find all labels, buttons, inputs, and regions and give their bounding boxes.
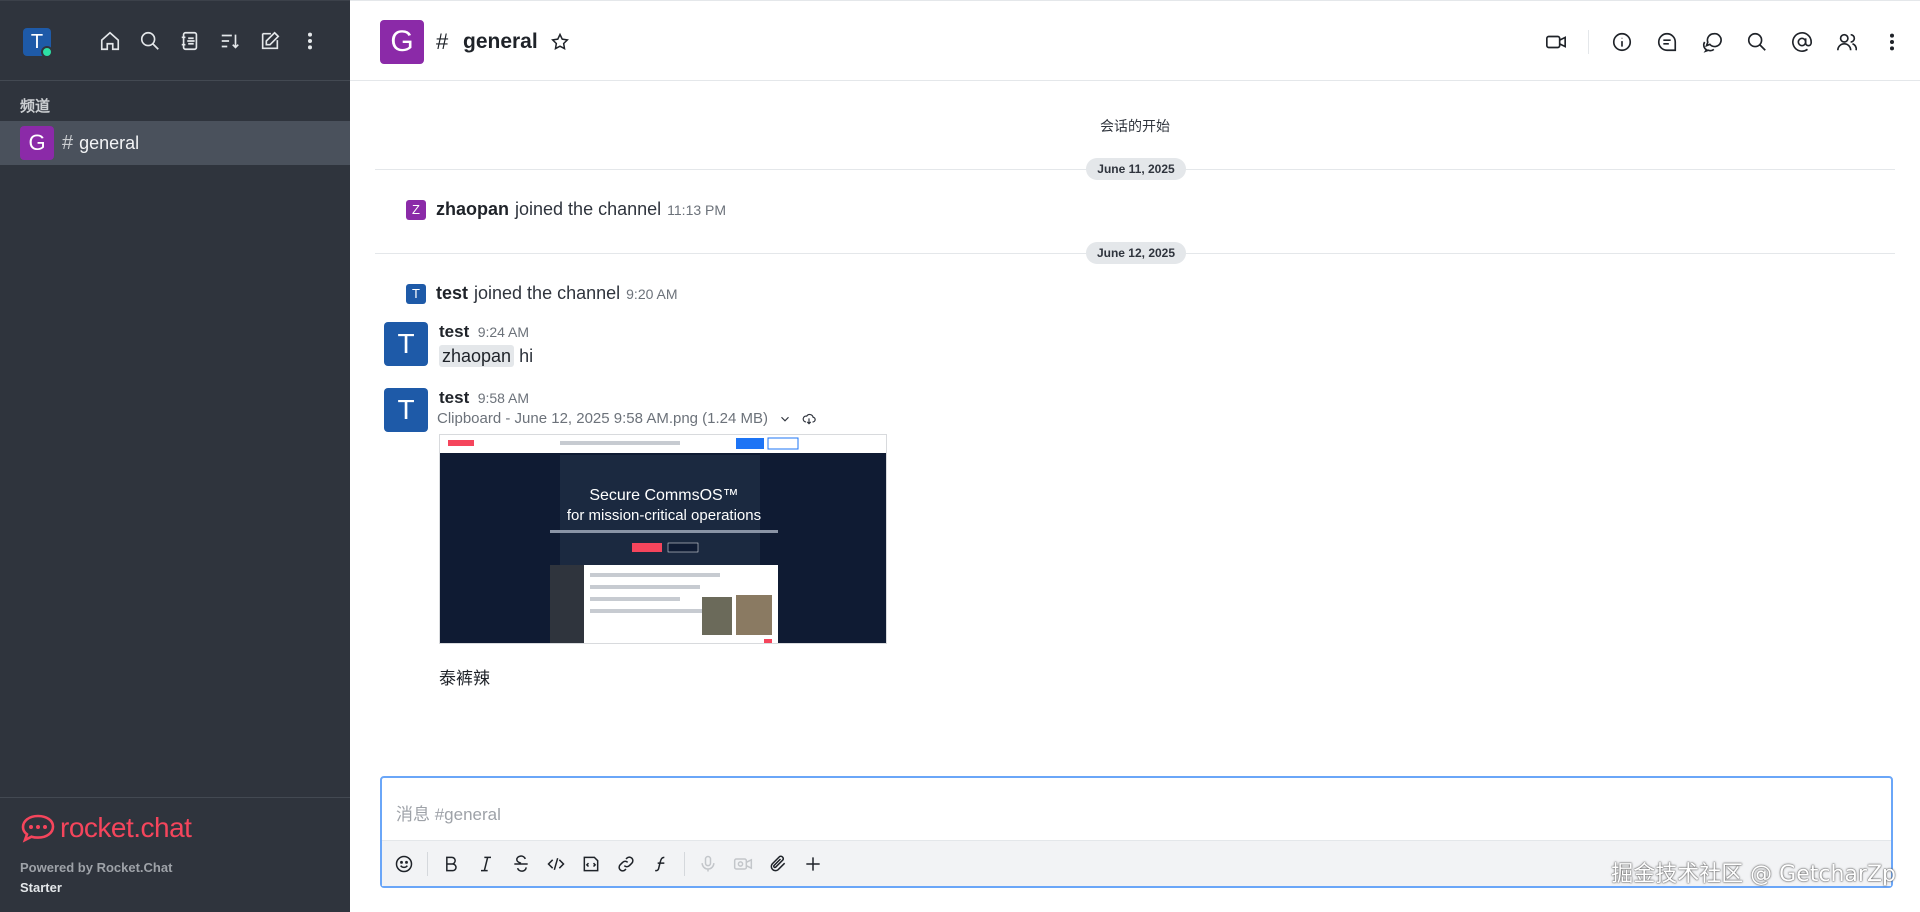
link-icon[interactable] xyxy=(614,852,638,876)
watermark: 掘金技术社区 @ GetcharZp xyxy=(1611,862,1896,887)
katex-icon[interactable] xyxy=(649,852,673,876)
avatar[interactable]: T xyxy=(384,322,428,366)
message-list[interactable]: 会话的开始 June 11, 2025 Z zhaopan joined the… xyxy=(350,82,1920,772)
inline-code-icon[interactable] xyxy=(544,852,568,876)
message-timestamp: 9:20 AM xyxy=(626,285,678,302)
attachment-caption: 泰裤辣 xyxy=(439,669,490,688)
user-mention[interactable]: zhaopan xyxy=(439,345,515,367)
message-timestamp: 9:24 AM xyxy=(477,324,530,340)
image-attachment-preview: Secure CommsOS™ for mission-critical ope… xyxy=(440,435,886,643)
toolbar-divider xyxy=(684,851,685,876)
sidebar-item-general[interactable]: G # general xyxy=(0,121,350,165)
create-new-icon[interactable] xyxy=(258,29,282,53)
avatar[interactable]: T xyxy=(406,283,426,304)
message-text: hi xyxy=(519,346,534,366)
video-message-icon[interactable] xyxy=(731,852,755,876)
discussions-icon[interactable] xyxy=(1700,30,1724,54)
sidebar-footer: rocket.chat Powered by Rocket.Chat Start… xyxy=(0,797,350,912)
system-message: Z zhaopan joined the channel 11:13 PM xyxy=(406,199,726,220)
hash-icon: # xyxy=(62,131,74,154)
sidebar-item-label: general xyxy=(79,132,140,153)
message-input[interactable]: 消息 #general xyxy=(396,800,501,825)
avatar[interactable]: T xyxy=(384,388,428,432)
message-username[interactable]: test xyxy=(439,388,469,407)
plus-icon[interactable] xyxy=(801,852,825,876)
video-call-icon[interactable] xyxy=(1544,30,1568,54)
system-message: T test joined the channel 9:20 AM xyxy=(406,283,678,304)
sort-icon[interactable] xyxy=(218,29,242,53)
plan-label: Starter xyxy=(20,880,62,895)
system-message-text: joined the channel xyxy=(474,283,621,303)
code-block-icon[interactable] xyxy=(579,852,603,876)
italic-icon[interactable] xyxy=(474,852,498,876)
room-avatar[interactable]: G xyxy=(380,20,424,64)
header-divider xyxy=(1588,30,1589,54)
directory-icon[interactable] xyxy=(178,29,202,53)
message-timestamp: 11:13 PM xyxy=(667,201,727,218)
mentions-icon[interactable] xyxy=(1790,30,1814,54)
home-icon[interactable] xyxy=(98,29,122,53)
system-message-text: joined the channel xyxy=(515,199,662,219)
image-headline-2: for mission-critical operations xyxy=(567,507,761,524)
message-body: zhaopan hi xyxy=(439,345,534,367)
bold-icon[interactable] xyxy=(439,852,463,876)
message-username[interactable]: test xyxy=(439,322,469,341)
sidebar-header: T xyxy=(0,1,350,81)
search-messages-icon[interactable] xyxy=(1745,30,1769,54)
hash-icon: # xyxy=(436,29,449,54)
chevron-down-icon[interactable] xyxy=(778,412,792,426)
attachment-title: Clipboard - June 12, 2025 9:58 AM.png (1… xyxy=(437,410,816,427)
room-header: G # general xyxy=(350,0,1920,81)
toolbar-divider xyxy=(427,851,428,876)
avatar[interactable]: Z xyxy=(406,199,426,220)
date-badge: June 11, 2025 xyxy=(1086,158,1186,180)
threads-icon[interactable] xyxy=(1655,30,1679,54)
room-title[interactable]: general xyxy=(463,30,538,54)
rocket-chat-logo-icon xyxy=(21,814,55,843)
sidebar: T 频道 G # general rocket.chat Powered by … xyxy=(0,0,350,912)
emoji-icon[interactable] xyxy=(392,852,416,876)
rocket-chat-logo-text: rocket.chat xyxy=(60,812,192,843)
image-attachment[interactable]: Secure CommsOS™ for mission-critical ope… xyxy=(439,434,887,644)
kebab-menu-icon[interactable] xyxy=(1880,30,1904,54)
members-icon[interactable] xyxy=(1835,30,1859,54)
date-badge: June 12, 2025 xyxy=(1086,242,1186,264)
attachment-file-name[interactable]: Clipboard - June 12, 2025 9:58 AM.png (1… xyxy=(437,410,768,427)
image-headline-1: Secure CommsOS™ xyxy=(589,487,738,504)
room-main: G # general 会话的开始 June 11, 2025 Z zhaopa… xyxy=(350,0,1920,912)
message-username[interactable]: test xyxy=(436,283,468,304)
online-status-dot xyxy=(41,46,53,58)
microphone-icon[interactable] xyxy=(696,852,720,876)
message-timestamp: 9:58 AM xyxy=(477,390,530,406)
search-icon[interactable] xyxy=(138,29,162,53)
favorite-star-icon[interactable] xyxy=(550,32,570,52)
powered-by-text: Powered by Rocket.Chat xyxy=(20,860,173,875)
channel-avatar: G xyxy=(20,126,54,160)
channels-section-title: 频道 xyxy=(20,98,51,115)
room-info-icon[interactable] xyxy=(1610,30,1634,54)
conversation-start: 会话的开始 xyxy=(1100,118,1170,134)
kebab-menu-icon[interactable] xyxy=(298,29,322,53)
download-icon[interactable] xyxy=(802,412,816,426)
message-username[interactable]: zhaopan xyxy=(436,199,509,220)
rocket-chat-logo: rocket.chat xyxy=(20,812,192,844)
strikethrough-icon[interactable] xyxy=(509,852,533,876)
attach-icon[interactable] xyxy=(766,852,790,876)
